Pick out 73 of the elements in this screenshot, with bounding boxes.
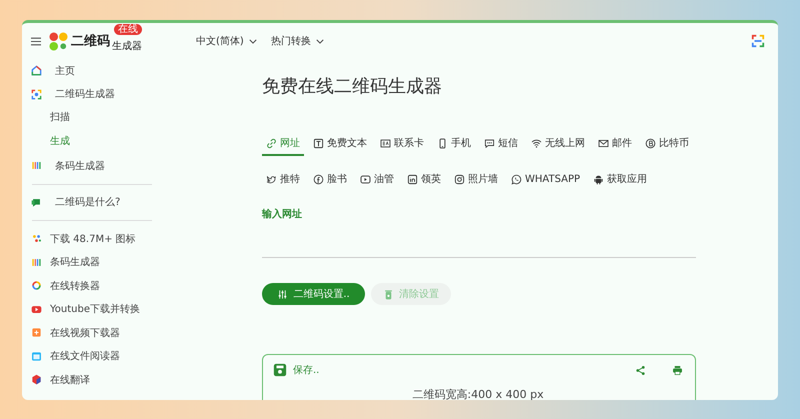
- share-icon[interactable]: [635, 364, 646, 376]
- field-label: 输入网址: [262, 208, 303, 222]
- plus-square-icon: [31, 327, 42, 338]
- scan-frame-icon[interactable]: [751, 34, 765, 48]
- sidebar-item[interactable]: 二维码生成器: [22, 82, 152, 106]
- qr-type-tab[interactable]: WHATSAPP: [507, 168, 584, 192]
- qr-type-tab[interactable]: 无线上网: [527, 132, 589, 156]
- wifi-icon: [531, 138, 542, 148]
- chat-bubble-icon: [31, 196, 42, 208]
- qr-type-tab[interactable]: 邮件: [594, 132, 636, 156]
- color-bars-icon: [31, 256, 42, 268]
- robot-icon: [593, 174, 604, 184]
- bird-icon: [266, 174, 277, 184]
- call-bubble-icon: [511, 174, 522, 184]
- cube-icon: [31, 374, 42, 386]
- qr-type-tab[interactable]: 短信: [480, 132, 522, 156]
- contact-card-icon: [380, 138, 391, 148]
- sidebar-item[interactable]: 在线文件阅读器: [22, 344, 152, 368]
- sliders-icon: [277, 288, 288, 300]
- text-box-icon: [313, 138, 324, 148]
- colored-dots-icon: [31, 233, 42, 244]
- phone-icon: [437, 138, 448, 148]
- logo-text: 二维码: [71, 32, 110, 50]
- in-box-icon: [407, 174, 418, 184]
- sidebar-item[interactable]: 下载 48.7M+ 图标: [22, 227, 152, 250]
- qr-type-tab[interactable]: 照片墙: [450, 168, 502, 192]
- printer-icon[interactable]: [672, 364, 683, 376]
- link-icon: [266, 138, 277, 148]
- chevron-down-icon: [248, 38, 257, 44]
- color-bars-icon: [31, 160, 42, 172]
- qr-settings-button[interactable]: 二维码设置..: [262, 283, 365, 305]
- circular-arrows-icon: [31, 280, 42, 292]
- sidebar-item[interactable]: 在线转换器: [22, 274, 152, 298]
- size-text: 二维码宽高:400 x 400 px: [411, 387, 545, 400]
- qr-type-tab[interactable]: 网址: [262, 132, 304, 156]
- save-button[interactable]: 保存..: [273, 363, 320, 377]
- page-title: 免费在线二维码生成器: [262, 75, 443, 99]
- qr-type-tab[interactable]: 脸书: [309, 168, 351, 192]
- sidebar-item[interactable]: 主页: [22, 59, 152, 82]
- qr-type-tab[interactable]: 获取应用: [589, 168, 652, 192]
- mail-icon: [598, 138, 609, 148]
- sidebar-subitem[interactable]: 生成: [22, 130, 152, 154]
- sidebar-item[interactable]: 条码生成器: [22, 250, 152, 274]
- qr-type-tab[interactable]: 油管: [356, 168, 398, 192]
- window-icon: [31, 350, 42, 362]
- logo-subtitle: 生成器: [112, 40, 142, 52]
- f-circle-icon: [313, 174, 324, 184]
- dropdown-menu[interactable]: 中文(简体): [196, 34, 257, 48]
- qr-type-tab[interactable]: 推特: [262, 168, 304, 192]
- camera-icon: [454, 174, 465, 184]
- sidebar-item[interactable]: 在线视频下载器: [22, 321, 152, 344]
- video-icon: [360, 174, 371, 184]
- home-icon: [31, 65, 42, 76]
- dropdown-menu[interactable]: 热门转换: [270, 34, 324, 48]
- sidebar-item[interactable]: 在线翻译: [22, 368, 152, 392]
- qr-type-tab[interactable]: 领英: [403, 168, 445, 192]
- sidebar-item[interactable]: 条码生成器: [22, 154, 152, 178]
- qr-type-tab[interactable]: 免费文本: [309, 132, 371, 156]
- message-icon: [484, 138, 495, 148]
- sidebar-item[interactable]: 二维码是什么?: [22, 190, 152, 214]
- coin-icon: [645, 138, 656, 148]
- qr-type-tab[interactable]: 手机: [433, 132, 475, 156]
- qr-type-tab[interactable]: 比特币: [641, 132, 693, 156]
- menu-icon[interactable]: [31, 36, 41, 46]
- sidebar-item[interactable]: Youtube下载并转换: [22, 298, 152, 321]
- qr-type-tab[interactable]: 联系卡: [376, 132, 428, 156]
- scan-frame-icon: [31, 88, 42, 100]
- trash-bin-icon: [383, 288, 394, 300]
- four-dots-logo-icon: [49, 32, 68, 50]
- chevron-down-icon: [316, 38, 324, 44]
- online-badge: 在线: [114, 24, 142, 34]
- video-play-icon: [31, 304, 42, 315]
- sidebar-subitem[interactable]: 扫描: [22, 106, 152, 130]
